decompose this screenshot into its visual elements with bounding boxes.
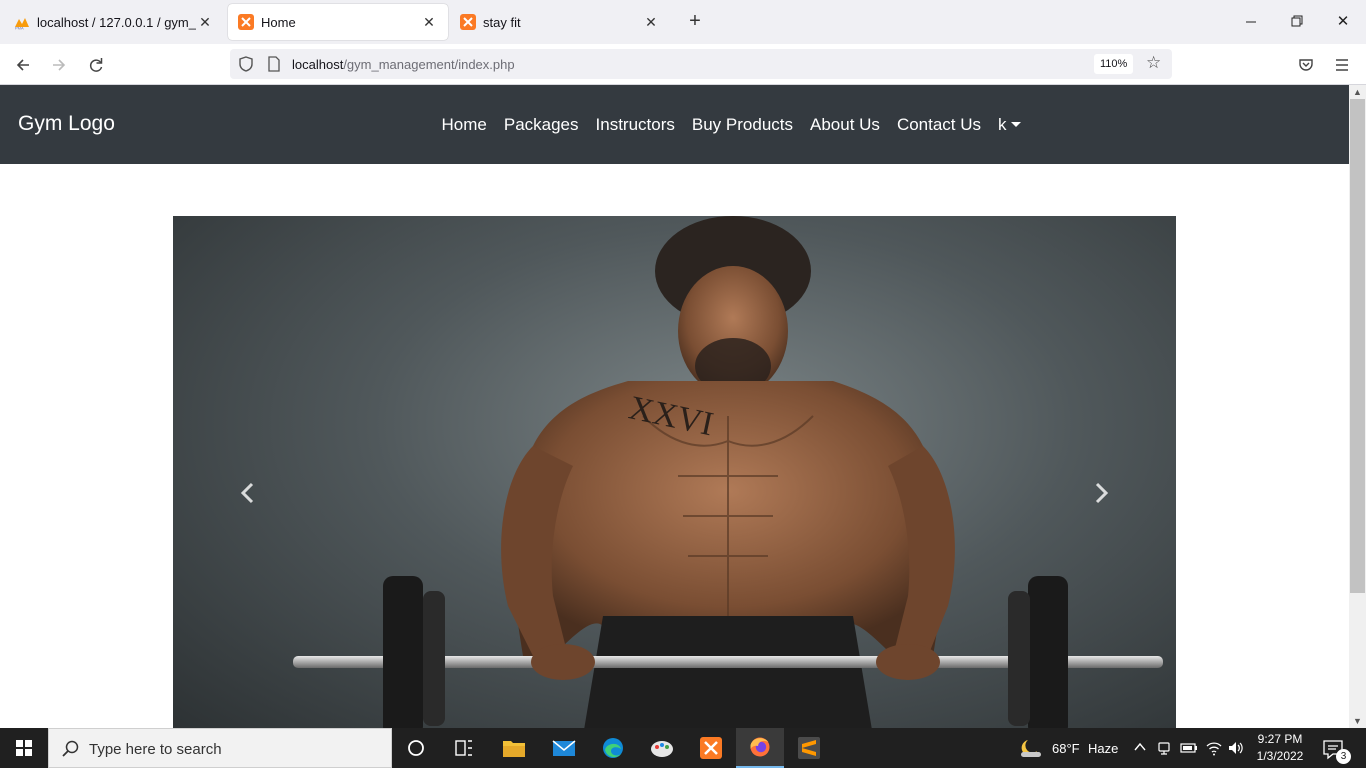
taskbar-search-box[interactable]: Type here to search: [48, 728, 392, 768]
firefox-icon[interactable]: [736, 728, 784, 768]
chevron-up-icon[interactable]: [1133, 740, 1147, 754]
scroll-up-icon[interactable]: ▲: [1349, 85, 1366, 99]
task-view-icon[interactable]: [440, 728, 488, 768]
page-viewport: Gym Logo Home Packages Instructors Buy P…: [0, 85, 1366, 728]
bodybuilder-barbell-photo: XXVI: [293, 216, 1163, 728]
hero-carousel: XXVI: [173, 216, 1176, 728]
xampp-control-icon[interactable]: [687, 728, 735, 768]
tab-label: Home: [261, 14, 296, 30]
tracking-protection-shield-icon[interactable]: [236, 54, 256, 74]
search-icon: [62, 740, 79, 757]
clock-date: 1/3/2022: [1256, 749, 1304, 763]
windows-start-icon[interactable]: [0, 728, 48, 768]
weather-haze-icon[interactable]: [1018, 737, 1044, 759]
taskbar-clock[interactable]: 9:27 PM 1/3/2022: [1240, 731, 1320, 765]
webcam-icon[interactable]: [1157, 740, 1173, 756]
menu-hamburger-icon[interactable]: [1329, 52, 1355, 78]
scroll-down-icon[interactable]: ▼: [1349, 714, 1366, 728]
nav-instructors[interactable]: Instructors: [587, 115, 683, 135]
zoom-level-badge[interactable]: 110%: [1094, 54, 1134, 74]
browser-tab-strip: PMA localhost / 127.0.0.1 / gym_manag ✕ …: [0, 0, 1366, 44]
nav-user-dropdown[interactable]: k: [990, 115, 1030, 135]
nav-about-us[interactable]: About Us: [802, 115, 889, 135]
tab-home[interactable]: Home ✕: [228, 4, 448, 40]
url-text[interactable]: localhost/gym_management/index.php: [292, 57, 515, 72]
nav-links: Home Packages Instructors Buy Products A…: [433, 115, 1029, 135]
browser-toolbar: localhost/gym_management/index.php 110% …: [0, 44, 1366, 85]
weather-description[interactable]: Haze: [1088, 741, 1118, 756]
wifi-icon[interactable]: [1205, 739, 1223, 757]
svg-text:PMA: PMA: [15, 26, 24, 31]
tab-label: localhost / 127.0.0.1 / gym_manag: [37, 14, 196, 30]
xampp-icon: [460, 14, 476, 30]
reload-icon[interactable]: [83, 52, 109, 78]
tab-stay-fit[interactable]: stay fit ✕: [450, 4, 670, 40]
pocket-icon[interactable]: [1293, 52, 1319, 78]
nav-contact-us[interactable]: Contact Us: [888, 115, 989, 135]
nav-home[interactable]: Home: [433, 115, 495, 135]
address-bar[interactable]: localhost/gym_management/index.php 110% …: [230, 49, 1172, 79]
search-placeholder: Type here to search: [89, 741, 222, 758]
windows-taskbar: Type here to search 68°F Haze 9:27 PM 1/…: [0, 728, 1366, 768]
tab-label: stay fit: [483, 14, 521, 30]
sublime-text-icon[interactable]: [785, 728, 833, 768]
phpmyadmin-icon: PMA: [15, 18, 29, 31]
close-tab-icon[interactable]: ✕: [196, 14, 214, 31]
paint-icon[interactable]: [638, 728, 686, 768]
bookmark-star-icon[interactable]: ☆: [1146, 53, 1166, 75]
forward-icon[interactable]: [46, 52, 72, 78]
back-icon[interactable]: [10, 52, 36, 78]
url-path: /gym_management/index.php: [343, 57, 515, 72]
file-explorer-icon[interactable]: [490, 728, 538, 768]
close-window-icon[interactable]: ✕: [1329, 8, 1357, 36]
restore-icon[interactable]: [1283, 8, 1311, 36]
caret-down-icon: [1010, 122, 1021, 127]
new-tab-icon[interactable]: +: [684, 10, 706, 32]
close-tab-icon[interactable]: ✕: [420, 14, 438, 31]
nav-buy-products[interactable]: Buy Products: [683, 115, 801, 135]
clock-time: 9:27 PM: [1257, 732, 1303, 746]
mail-icon[interactable]: [540, 728, 588, 768]
notification-count-badge: 3: [1336, 749, 1351, 764]
carousel-next-icon[interactable]: [1086, 478, 1116, 508]
battery-icon[interactable]: [1180, 740, 1198, 756]
cortana-icon[interactable]: [392, 728, 440, 768]
weather-temperature[interactable]: 68°F: [1052, 741, 1080, 756]
carousel-prev-icon[interactable]: [233, 478, 263, 508]
xampp-icon: [238, 14, 254, 30]
scrollbar-thumb[interactable]: [1350, 99, 1365, 593]
url-host: localhost: [292, 57, 344, 72]
page-info-icon[interactable]: [264, 54, 284, 74]
nav-packages[interactable]: Packages: [495, 115, 587, 135]
close-tab-icon[interactable]: ✕: [642, 14, 660, 31]
site-navbar: Gym Logo Home Packages Instructors Buy P…: [0, 85, 1349, 164]
tab-phpmyadmin[interactable]: PMA localhost / 127.0.0.1 / gym_manag ✕: [4, 4, 224, 40]
edge-browser-icon[interactable]: [589, 728, 637, 768]
site-brand[interactable]: Gym Logo: [18, 112, 115, 136]
minimize-icon[interactable]: [1237, 8, 1265, 36]
user-dropdown-label: k: [998, 115, 1007, 134]
